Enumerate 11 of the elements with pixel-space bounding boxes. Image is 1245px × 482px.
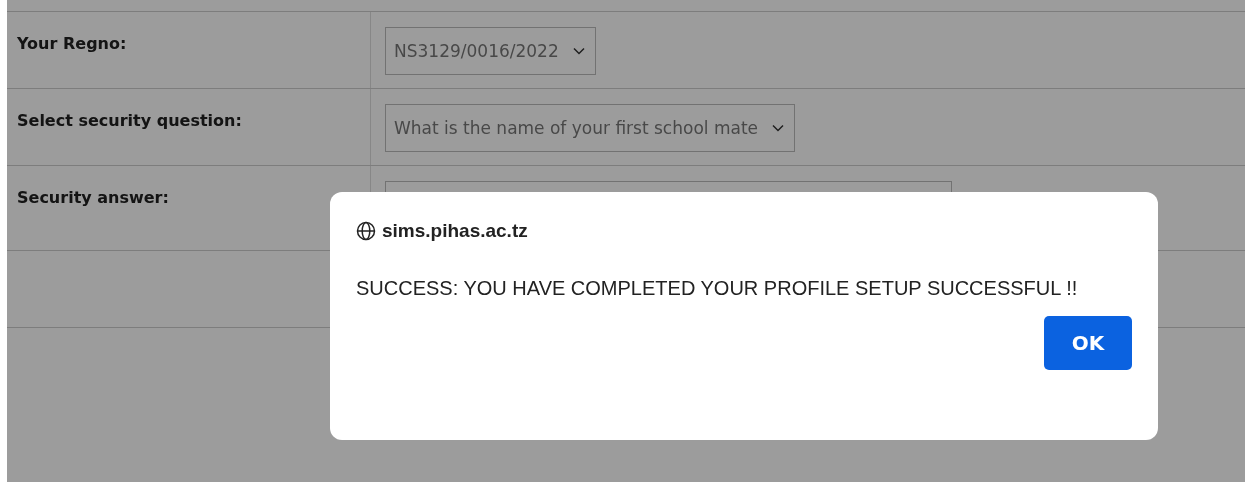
field-label: Select security question:	[17, 111, 242, 130]
dialog-origin: sims.pihas.ac.tz	[382, 220, 528, 242]
globe-icon	[356, 221, 376, 241]
ok-button[interactable]: OK	[1044, 316, 1132, 370]
field-label: Security answer:	[17, 188, 169, 207]
chevron-down-icon	[572, 47, 585, 55]
dialog-message: SUCCESS: YOU HAVE COMPLETED YOUR PROFILE SETUP SUCCESSFUL !!	[356, 276, 1079, 301]
field-label: Your Regno:	[17, 34, 127, 53]
dropdown[interactable]: NS3129/0016/2022	[385, 27, 596, 75]
chevron-down-icon	[772, 124, 785, 132]
dropdown[interactable]: What is the name of your first school mate	[385, 104, 796, 152]
